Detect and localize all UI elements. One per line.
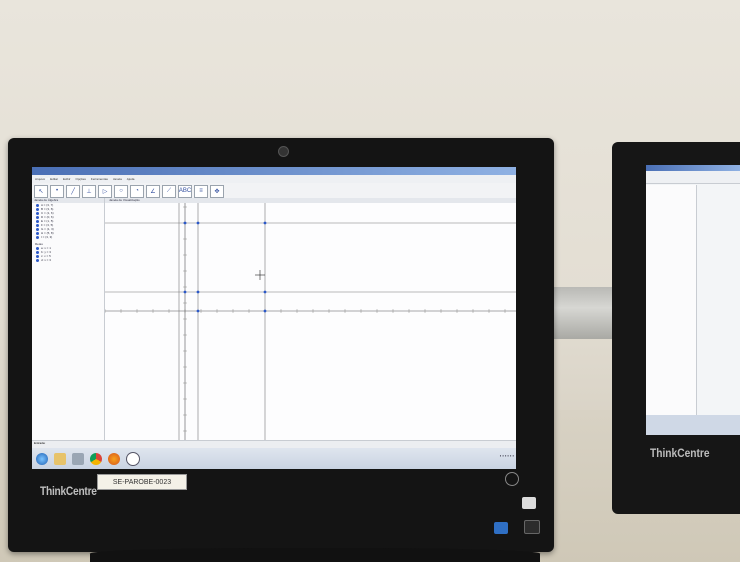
point-marker[interactable] <box>183 221 187 225</box>
point-dot-icon <box>36 227 39 231</box>
algebra-line-item[interactable]: d: x = 3 <box>32 258 104 262</box>
point-marker[interactable] <box>263 309 267 313</box>
tool-button[interactable]: ╱ <box>66 184 80 198</box>
firefox-icon[interactable] <box>108 452 120 465</box>
point-dot-icon <box>36 219 39 223</box>
point-dot-icon <box>36 258 39 262</box>
system-tray: ▪ ▪ ▪ ▪ ▪ ▪ <box>499 453 514 458</box>
point-marker[interactable] <box>183 290 187 294</box>
geogebra-icon[interactable] <box>126 451 140 466</box>
monitor-screen: GeoGebra Arquivo Editar Exibir Opções Ferram… <box>32 167 516 469</box>
lines-list: a: x = 1 b: y = 3 c: x = 5 d: x = 3 <box>32 246 104 262</box>
tool-button[interactable]: ◔ <box>130 184 144 198</box>
tool-button[interactable]: ✥ <box>210 184 224 198</box>
taskbar: ▪ ▪ ▪ ▪ ▪ ▪ <box>32 448 516 469</box>
intel-sticker <box>494 522 508 534</box>
point-dot-icon <box>36 203 39 207</box>
graphics-view[interactable]: Janela de Visualização <box>104 198 516 448</box>
tool-button[interactable]: ▷ <box>98 184 112 198</box>
algebra-entry-label: d: x = 3 <box>41 258 51 262</box>
monitor-brand-logo: ThinkCentre <box>40 484 97 498</box>
point-dot-icon <box>36 246 39 250</box>
second-monitor-screen <box>646 165 740 435</box>
input-label: Entrada: <box>34 441 46 445</box>
tool-button[interactable]: ∠ <box>146 184 160 198</box>
menu-item[interactable]: Ajuda <box>127 177 135 181</box>
media-icon[interactable] <box>72 452 84 465</box>
point-dot-icon <box>36 250 39 254</box>
window-titlebar[interactable]: GeoGebra <box>32 167 516 181</box>
tool-button[interactable]: ○ <box>114 184 128 198</box>
tool-button[interactable]: ⊥ <box>82 184 96 198</box>
tool-button[interactable]: ABC <box>178 184 192 198</box>
menu-item[interactable]: Opções <box>76 177 86 181</box>
menu-item[interactable]: Janela <box>113 177 122 181</box>
point-dot-icon <box>36 215 39 219</box>
windows-sticker <box>524 520 540 534</box>
algebra-list: A = (3, 7) B = (3, 6) C = (1, 6) D = (0, 6)… <box>32 203 104 239</box>
energy-sticker <box>522 497 536 509</box>
point-marker[interactable] <box>263 221 267 225</box>
point-marker[interactable] <box>263 290 267 294</box>
algebra-view: Janela de Álgebra A = (3, 7) B = (3, 6) C … <box>32 198 105 448</box>
tool-button[interactable]: ≡ <box>194 184 208 198</box>
wall-pipe <box>548 287 618 339</box>
point-dot-icon <box>36 207 39 211</box>
point-dot-icon <box>36 223 39 227</box>
graphics-canvas[interactable] <box>104 203 516 448</box>
chrome-icon[interactable] <box>90 452 102 465</box>
point-dot-icon <box>36 254 39 258</box>
point-marker[interactable] <box>196 290 200 294</box>
menu-item[interactable]: Ferramentas <box>91 177 108 181</box>
point-dot-icon <box>36 211 39 215</box>
menu-bar: Arquivo Editar Exibir Opções Ferramentas Jane… <box>32 175 516 183</box>
point-dot-icon <box>36 231 39 235</box>
monitor-stand <box>90 548 540 562</box>
point-marker[interactable] <box>196 309 200 313</box>
algebra-entry-label: I = (3, 3) <box>41 235 53 239</box>
folder-icon[interactable] <box>54 452 66 465</box>
power-button-icon[interactable] <box>505 472 519 486</box>
point-marker[interactable] <box>196 221 200 225</box>
menu-item[interactable]: Exibir <box>63 177 71 181</box>
start-button-icon[interactable] <box>36 452 48 465</box>
second-monitor-brand: ThinkCentre <box>650 446 710 460</box>
menu-item[interactable]: Arquivo <box>35 177 45 181</box>
tool-button[interactable]: ↖ <box>34 184 48 198</box>
tool-button[interactable]: ⟋ <box>162 184 176 198</box>
asset-tag: SE-PAROBE-0023 <box>97 474 187 490</box>
menu-item[interactable]: Editar <box>50 177 58 181</box>
webcam <box>278 146 289 157</box>
tool-button[interactable]: • <box>50 184 64 198</box>
point-dot-icon <box>36 235 39 239</box>
